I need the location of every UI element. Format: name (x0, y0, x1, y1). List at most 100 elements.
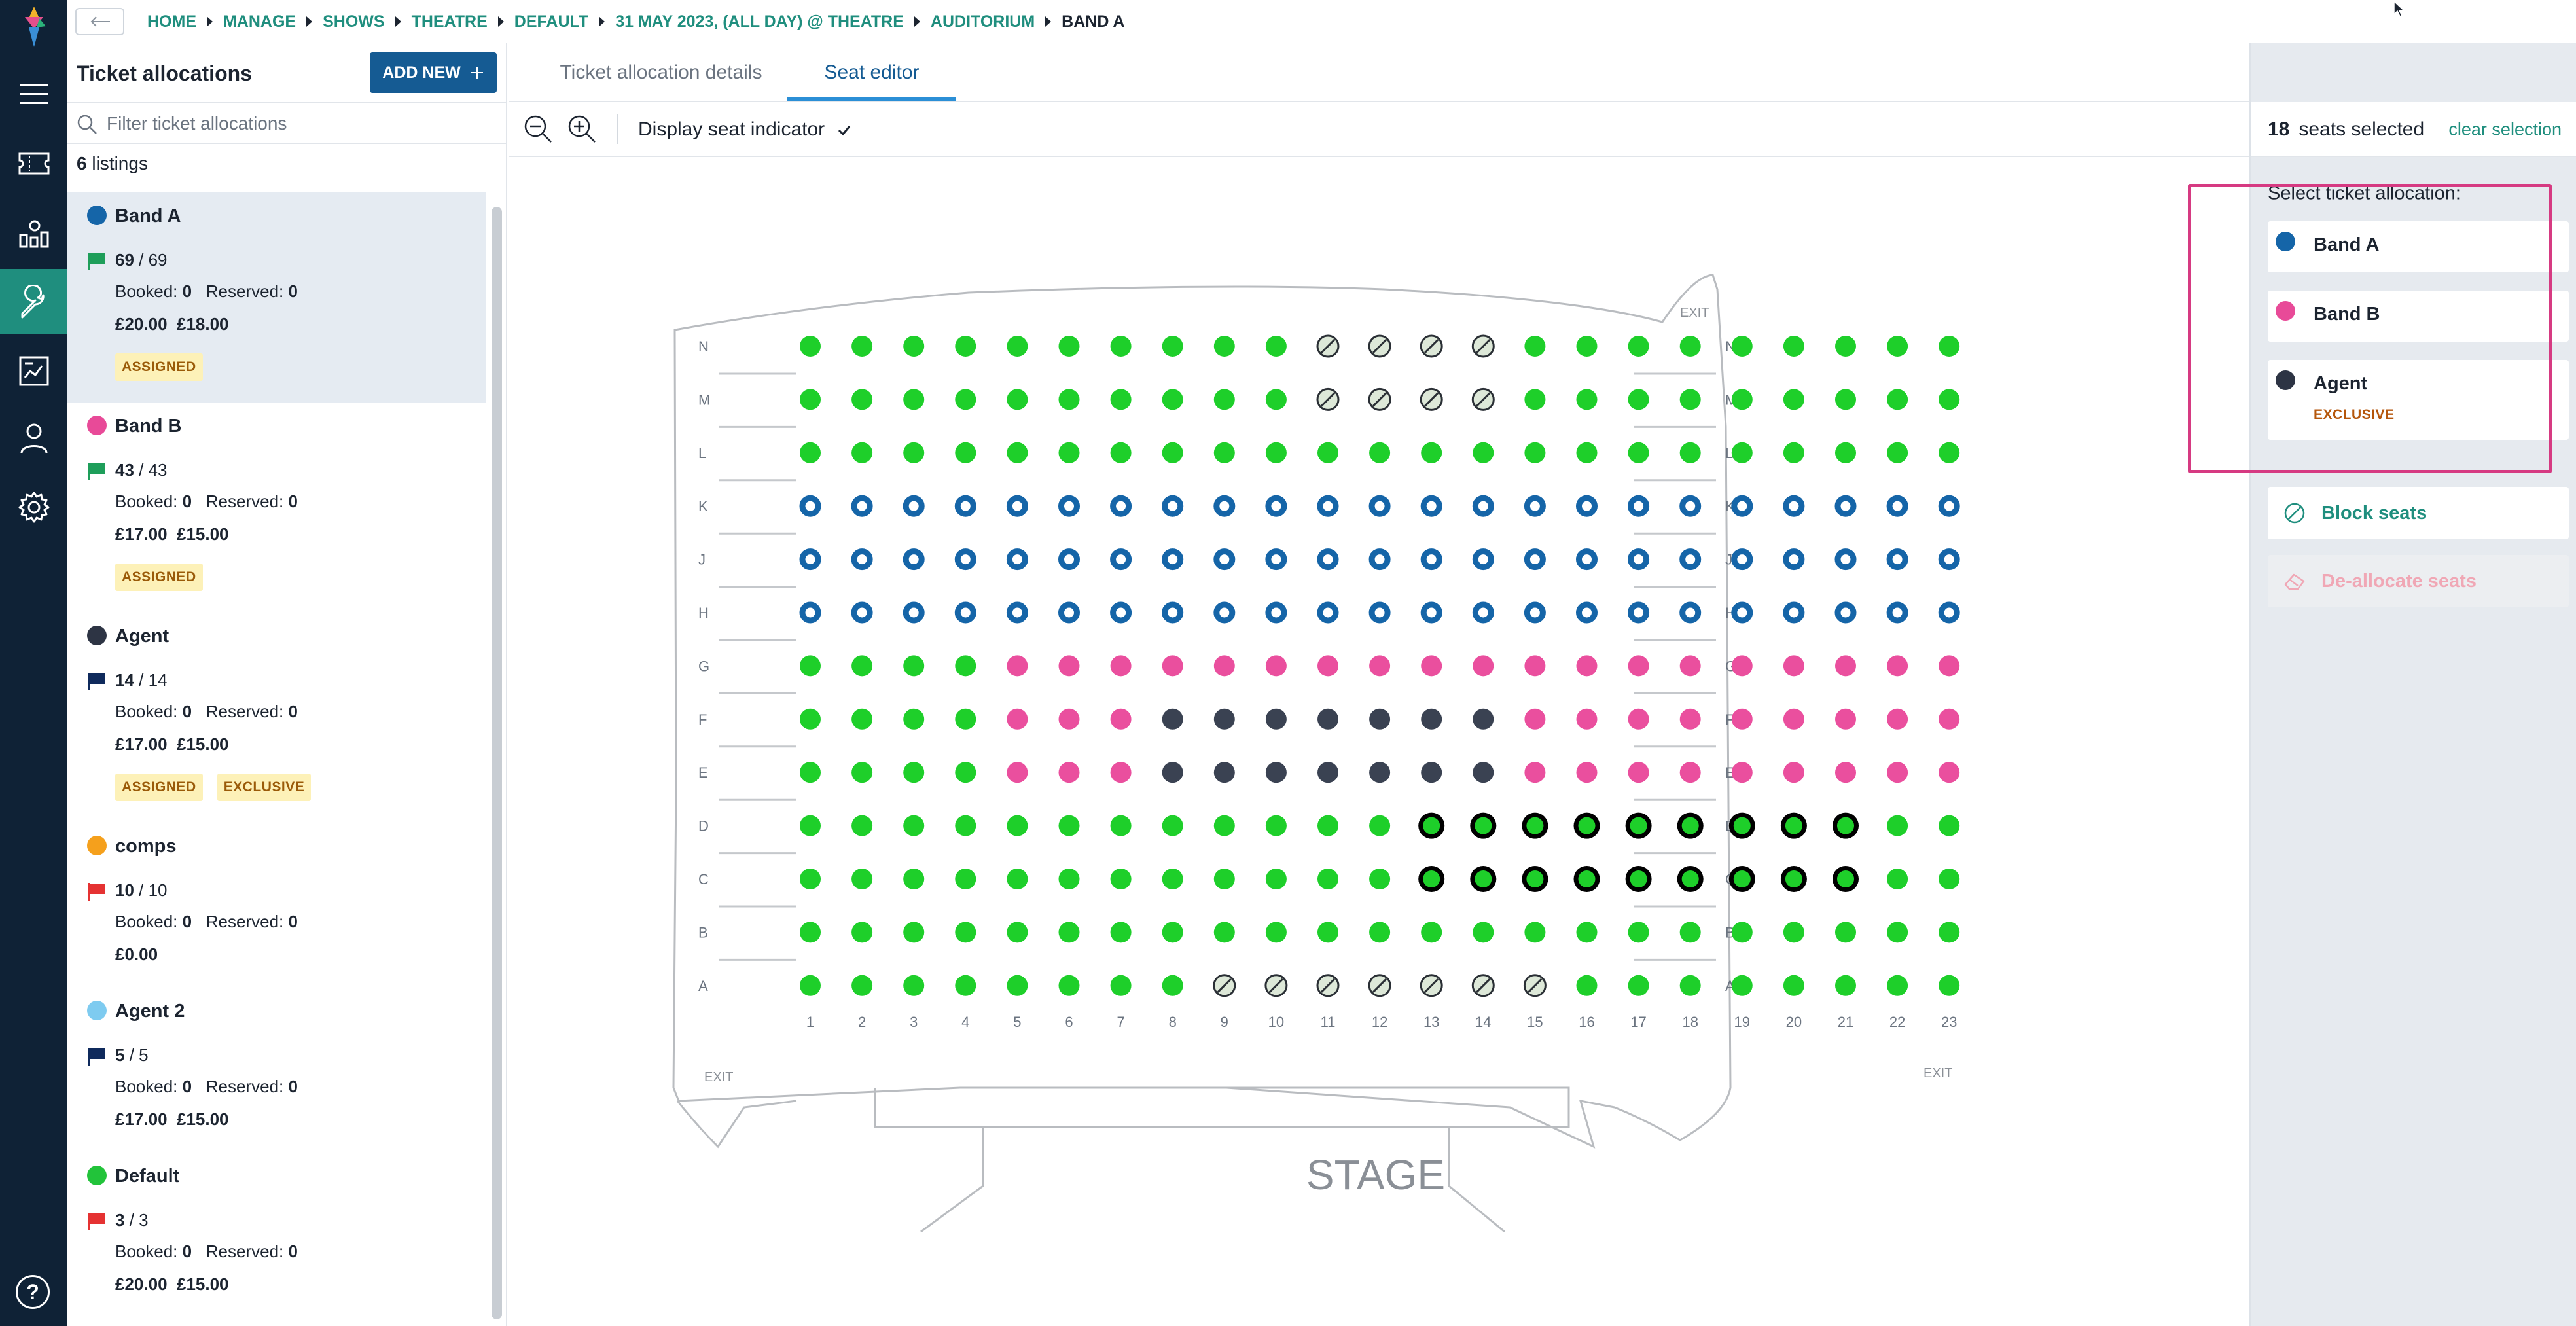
seat-B12[interactable] (1369, 922, 1391, 943)
seat-F22[interactable] (1887, 708, 1908, 730)
seat-A15[interactable] (1523, 974, 1547, 997)
seat-G13[interactable] (1421, 655, 1442, 677)
seat-A23[interactable] (1939, 975, 1960, 996)
seat-D12[interactable] (1369, 815, 1391, 836)
seat-L10[interactable] (1265, 442, 1287, 463)
seat-H4[interactable] (954, 601, 976, 624)
seat-D6[interactable] (1058, 815, 1080, 836)
seat-K22[interactable] (1886, 495, 1908, 517)
seat-H14[interactable] (1472, 601, 1494, 624)
seat-N16[interactable] (1576, 336, 1598, 357)
seat-A8[interactable] (1162, 975, 1183, 996)
seat-E10[interactable] (1265, 762, 1287, 783)
seat-F4[interactable] (955, 708, 976, 730)
seat-C8[interactable] (1162, 869, 1183, 889)
seat-E13[interactable] (1421, 762, 1442, 783)
seat-D1[interactable] (800, 815, 821, 836)
seat-D10[interactable] (1265, 815, 1287, 836)
breadcrumb-item-5[interactable]: 31 MAY 2023, (ALL DAY) @ THEATRE (615, 12, 904, 31)
seat-L1[interactable] (800, 442, 821, 463)
seat-G12[interactable] (1369, 655, 1391, 677)
wrench-icon[interactable] (0, 269, 67, 334)
seat-G17[interactable] (1628, 655, 1649, 677)
seat-A12[interactable] (1368, 974, 1391, 997)
seat-C23[interactable] (1939, 869, 1960, 889)
seat-B14[interactable] (1473, 922, 1494, 943)
seat-H5[interactable] (1006, 601, 1028, 624)
seat-L4[interactable] (955, 442, 976, 463)
seat-M15[interactable] (1524, 389, 1546, 410)
seat-C1[interactable] (800, 869, 821, 889)
seat-G22[interactable] (1887, 655, 1908, 677)
seat-J2[interactable] (851, 548, 873, 571)
seat-N21[interactable] (1835, 336, 1856, 357)
ticket-icon[interactable] (0, 131, 67, 196)
seat-A17[interactable] (1628, 975, 1649, 996)
seat-D23[interactable] (1939, 815, 1960, 836)
seat-H13[interactable] (1420, 601, 1442, 624)
seat-E20[interactable] (1783, 762, 1804, 783)
seat-F18[interactable] (1679, 708, 1701, 730)
seat-D4[interactable] (955, 815, 976, 836)
seat-F6[interactable] (1058, 708, 1080, 730)
seat-N8[interactable] (1162, 336, 1183, 357)
seat-F20[interactable] (1783, 708, 1804, 730)
seat-L5[interactable] (1007, 442, 1028, 463)
seat-C3[interactable] (903, 869, 925, 889)
seat-M9[interactable] (1213, 389, 1235, 410)
seat-A3[interactable] (903, 975, 925, 996)
seat-G9[interactable] (1213, 655, 1235, 677)
seat-G4[interactable] (955, 655, 976, 677)
seat-B1[interactable] (800, 922, 821, 943)
seat-B15[interactable] (1524, 922, 1546, 943)
seat-K16[interactable] (1576, 495, 1598, 517)
seat-B21[interactable] (1835, 922, 1856, 943)
seat-G5[interactable] (1007, 655, 1028, 677)
seat-F21[interactable] (1835, 708, 1856, 730)
seat-J5[interactable] (1006, 548, 1028, 571)
seat-N15[interactable] (1524, 336, 1546, 357)
seat-K12[interactable] (1368, 495, 1391, 517)
seat-L9[interactable] (1213, 442, 1235, 463)
seat-K15[interactable] (1524, 495, 1546, 517)
seat-G8[interactable] (1162, 655, 1183, 677)
seat-N20[interactable] (1783, 336, 1804, 357)
seat-J16[interactable] (1576, 548, 1598, 571)
seat-L18[interactable] (1679, 442, 1701, 463)
seat-B5[interactable] (1007, 922, 1028, 943)
seat-J3[interactable] (903, 548, 925, 571)
seat-C5[interactable] (1007, 869, 1028, 889)
seat-J23[interactable] (1938, 548, 1960, 571)
seat-E21[interactable] (1835, 762, 1856, 783)
seat-F16[interactable] (1576, 708, 1598, 730)
seat-E11[interactable] (1317, 762, 1338, 783)
seat-B16[interactable] (1576, 922, 1598, 943)
seat-G7[interactable] (1110, 655, 1132, 677)
seat-H15[interactable] (1524, 601, 1546, 624)
seat-M7[interactable] (1110, 389, 1132, 410)
seat-B6[interactable] (1058, 922, 1080, 943)
seat-H3[interactable] (903, 601, 925, 624)
seat-M2[interactable] (851, 389, 873, 410)
seat-K14[interactable] (1472, 495, 1494, 517)
seat-C9[interactable] (1213, 869, 1235, 889)
seat-N23[interactable] (1939, 336, 1960, 357)
seat-G21[interactable] (1835, 655, 1856, 677)
seat-E4[interactable] (955, 762, 976, 783)
menu-icon[interactable] (0, 62, 67, 127)
seat-F11[interactable] (1317, 708, 1338, 730)
seat-B19[interactable] (1731, 922, 1753, 943)
seat-F7[interactable] (1110, 708, 1132, 730)
seat-J6[interactable] (1058, 548, 1080, 571)
listing-card[interactable]: Default 3 / 3 Booked: 0 Reserved: 0 £20.00 … (67, 1153, 486, 1317)
seat-K11[interactable] (1317, 495, 1339, 517)
seat-G19[interactable] (1731, 655, 1753, 677)
seat-A14[interactable] (1471, 974, 1495, 997)
seat-K23[interactable] (1938, 495, 1960, 517)
seat-H18[interactable] (1679, 601, 1702, 624)
seat-A5[interactable] (1007, 975, 1028, 996)
seat-D16[interactable] (1573, 812, 1600, 839)
gear-icon[interactable] (0, 475, 67, 540)
seat-B9[interactable] (1213, 922, 1235, 943)
seat-H19[interactable] (1731, 601, 1753, 624)
